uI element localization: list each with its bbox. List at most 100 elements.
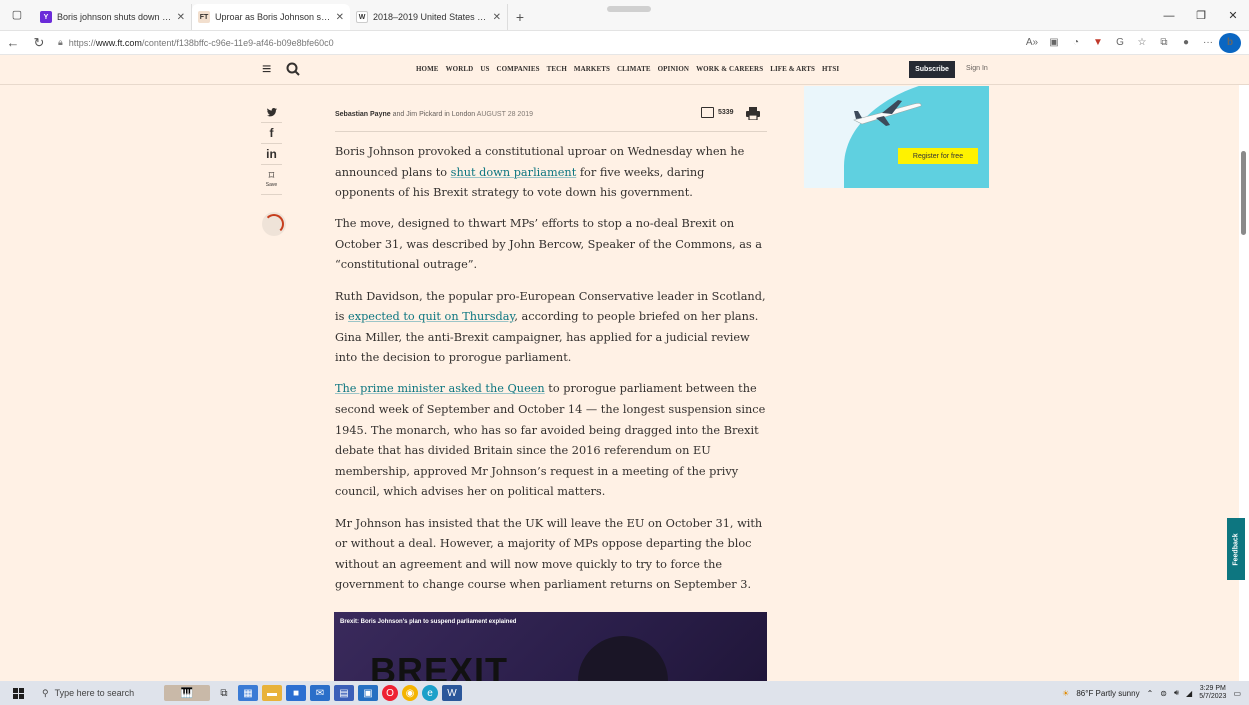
paragraph: Boris Johnson provoked a constitutional …	[335, 145, 745, 200]
network-icon[interactable]: ⊜	[1160, 689, 1167, 698]
author-link[interactable]: Sebastian Payne	[335, 111, 391, 118]
sign-in-link[interactable]: Sign In	[966, 65, 988, 72]
taskbar-search-placeholder: Type here to search	[54, 688, 135, 698]
nav-climate[interactable]: CLIMATE	[617, 65, 651, 73]
new-tab-button[interactable]: +	[508, 4, 532, 30]
nav-world[interactable]: WORLD	[446, 65, 474, 73]
browser-tab-bar: ▢ Y Boris johnson shuts down fede ✕ FT U…	[0, 0, 1249, 31]
search-icon[interactable]	[285, 60, 301, 78]
refresh-icon[interactable]: ↻	[26, 31, 52, 55]
nav-life-arts[interactable]: LIFE & ARTS	[770, 65, 815, 73]
weather-text[interactable]: 86°F Partly sunny	[1076, 689, 1139, 698]
save-button[interactable]: ⌑ Save	[261, 165, 282, 195]
calendar-icon[interactable]: ▤	[334, 685, 354, 701]
clock-time: 3:29 PM	[1199, 685, 1226, 692]
windows-taskbar: ⚲ Type here to search 🎹 ⧉ ▦ ▬ ■ ✉ ▤ ▣ O …	[0, 681, 1249, 705]
nav-htsi[interactable]: HTSI	[822, 65, 839, 73]
back-icon[interactable]: ←	[0, 31, 26, 55]
subscribe-button[interactable]: Subscribe	[909, 61, 955, 78]
read-aloud-icon[interactable]: A»	[1021, 33, 1043, 53]
nav-markets[interactable]: MARKETS	[574, 65, 610, 73]
share-toolbar: f in ⌑ Save	[261, 102, 282, 195]
divider	[335, 131, 767, 132]
edge-icon[interactable]: e	[422, 685, 438, 701]
clock-date: 5/7/2023	[1199, 693, 1227, 700]
opera-icon[interactable]: O	[382, 685, 398, 701]
browser-tab-3[interactable]: W 2018–2019 United States federa ✕	[350, 4, 508, 30]
browser-tab-1[interactable]: Y Boris johnson shuts down fede ✕	[34, 4, 192, 30]
minimize-icon[interactable]: —	[1153, 0, 1185, 31]
close-tab-icon[interactable]: ✕	[177, 12, 185, 23]
task-view-icon[interactable]: ⧉	[214, 685, 234, 701]
tab-actions-icon[interactable]: ▢	[0, 0, 34, 30]
windows-start-icon[interactable]	[0, 681, 36, 705]
chevron-up-icon[interactable]: ⌃	[1147, 689, 1154, 698]
tracking-icon[interactable]: ◔	[1065, 33, 1087, 53]
browser-toolbar: A» ▣ ◔ ▼ G ☆ ⧉ ● ··· b	[1021, 32, 1249, 53]
publish-date: AUGUST 28 2019	[476, 111, 533, 118]
article-body: Boris Johnson provoked a constitutional …	[335, 142, 767, 606]
print-icon[interactable]	[746, 106, 760, 120]
facebook-icon[interactable]: f	[261, 123, 282, 144]
expected-to-quit-link[interactable]: expected to quit on Thursday	[348, 310, 514, 323]
close-tab-icon[interactable]: ✕	[336, 12, 344, 23]
byline: Sebastian Payne and Jim Pickard in Londo…	[335, 111, 533, 118]
video-thumbnail-figure	[578, 636, 668, 682]
wifi-icon[interactable]: ◢	[1186, 689, 1192, 698]
feedback-button[interactable]: Feedback	[1227, 518, 1245, 580]
ft-nav: HOME WORLD US COMPANIES TECH MARKETS CLI…	[416, 65, 839, 73]
register-for-free-button[interactable]: Register for free	[898, 148, 978, 164]
widgets-icon[interactable]: ▦	[238, 685, 258, 701]
store-icon[interactable]: ■	[286, 685, 306, 701]
shut-down-parliament-link[interactable]: shut down parliament	[451, 166, 577, 179]
lock-icon: 🔒︎	[58, 37, 63, 47]
nav-home[interactable]: HOME	[416, 65, 439, 73]
restore-icon[interactable]: ❐	[1185, 0, 1217, 31]
file-explorer-icon[interactable]: ▬	[262, 685, 282, 701]
word-icon[interactable]: W	[442, 685, 462, 701]
browser-tab-2[interactable]: FT Uproar as Boris Johnson shuts d ✕	[192, 4, 350, 30]
linkedin-icon[interactable]: in	[261, 144, 282, 165]
clock[interactable]: 3:29 PM 5/7/2023	[1199, 685, 1226, 701]
airplane-icon	[853, 100, 922, 126]
twitter-icon[interactable]	[261, 102, 282, 123]
ft-header: ≡ HOME WORLD US COMPANIES TECH MARKETS C…	[0, 55, 1249, 85]
notifications-icon[interactable]: ▭	[1233, 689, 1241, 698]
window-drag-handle[interactable]	[607, 6, 651, 12]
close-tab-icon[interactable]: ✕	[493, 12, 501, 23]
prime-minister-link[interactable]: The prime minister asked the Queen	[335, 382, 545, 395]
menu-icon[interactable]: ≡	[262, 61, 271, 79]
advertisement[interactable]: Register for free	[804, 86, 989, 188]
weather-icon[interactable]: ☀	[1062, 689, 1069, 698]
collections-icon[interactable]: ⧉	[1153, 33, 1175, 53]
nav-opinion[interactable]: OPINION	[658, 65, 689, 73]
app-available-icon[interactable]: ▣	[1043, 33, 1065, 53]
mail-icon[interactable]: ✉	[310, 685, 330, 701]
refresh-extension-icon[interactable]: G	[1109, 33, 1131, 53]
nav-tech[interactable]: TECH	[547, 65, 567, 73]
search-highlight-icon[interactable]: 🎹	[164, 685, 210, 701]
paragraph: Ruth Davidson, the popular pro-European …	[335, 289, 766, 365]
taskbar-search[interactable]: ⚲ Type here to search	[36, 681, 162, 705]
volume-icon[interactable]: 🔊︎	[1174, 688, 1179, 698]
nav-us[interactable]: US	[480, 65, 489, 73]
favorites-icon[interactable]: ☆	[1131, 33, 1153, 53]
bing-icon[interactable]: b	[1219, 32, 1241, 53]
scrollbar-thumb[interactable]	[1241, 151, 1246, 235]
profile-icon[interactable]: ●	[1175, 33, 1197, 53]
close-window-icon[interactable]: ✕	[1217, 0, 1249, 31]
extension-icon[interactable]: ▼	[1087, 33, 1109, 53]
photos-icon[interactable]: ▣	[358, 685, 378, 701]
chrome-icon[interactable]: ◉	[402, 685, 418, 701]
comments-button[interactable]: 5339	[701, 107, 734, 118]
url-field[interactable]: 🔒︎ https://www.ft.com/content/f138bffc-c…	[52, 33, 832, 53]
more-icon[interactable]: ···	[1197, 33, 1219, 53]
nav-work-careers[interactable]: WORK & CAREERS	[696, 65, 763, 73]
system-tray: ☀ 86°F Partly sunny ⌃ ⊜ 🔊︎ ◢ 3:29 PM 5/7…	[1062, 685, 1249, 701]
video-player[interactable]: Brexit: Boris Johnson's plan to suspend …	[334, 612, 767, 682]
nav-companies[interactable]: COMPANIES	[496, 65, 539, 73]
comment-count: 5339	[718, 109, 734, 116]
page-scrollbar[interactable]	[1239, 85, 1249, 681]
tab-title: Boris johnson shuts down fede	[57, 12, 172, 22]
paragraph: Mr Johnson has insisted that the UK will…	[335, 516, 763, 592]
